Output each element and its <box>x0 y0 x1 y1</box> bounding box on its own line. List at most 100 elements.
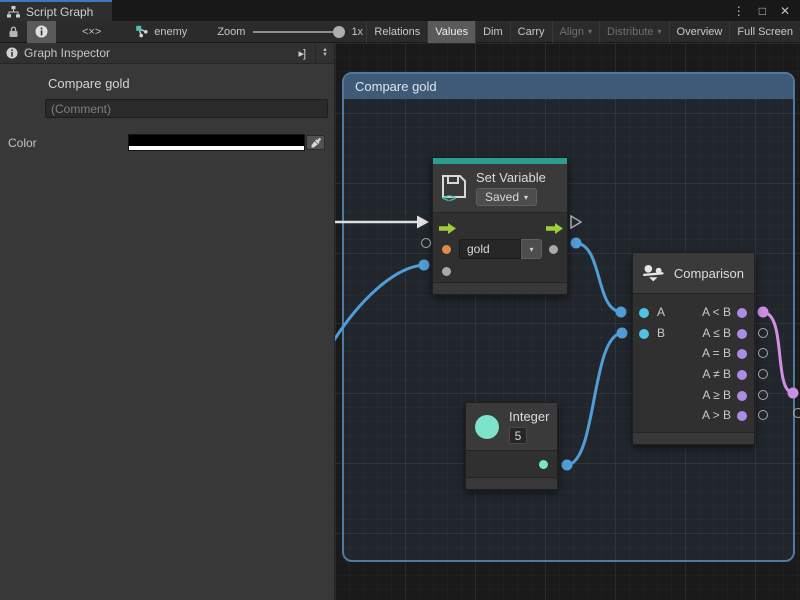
comparison-row: A A < B <box>633 303 754 323</box>
code-icon: <×> <box>82 26 101 38</box>
overview-button[interactable]: Overview <box>669 21 730 43</box>
graph-reference[interactable]: enemy <box>135 25 187 38</box>
output-notequal-port[interactable] <box>737 370 747 380</box>
node-integer[interactable]: Integer 5 <box>465 402 558 490</box>
chevron-down-icon: ▾ <box>524 193 528 202</box>
tab-script-graph[interactable]: Script Graph <box>0 0 112 21</box>
output-label: A ≠ B <box>702 367 731 381</box>
color-field-label: Color <box>8 136 37 150</box>
zoom-control: Zoom 1x <box>217 26 363 38</box>
graph-inspector-body: Compare gold Color <box>0 64 334 151</box>
carry-button[interactable]: Carry <box>510 21 552 43</box>
output-label: A = B <box>702 346 731 360</box>
panel-stepper[interactable]: ▲ ▼ <box>315 43 328 64</box>
relations-button[interactable]: Relations <box>366 21 427 43</box>
node-footer <box>633 432 754 444</box>
graph-toolbar: <×> enemy Zoom 1x Relations Values Dim C… <box>0 21 800 43</box>
integer-output-port[interactable] <box>539 460 548 469</box>
graph-inspector-panel: Graph Inspector ▸] ▲ ▼ Compare gold Colo… <box>0 43 335 600</box>
node-comparison[interactable]: Comparison A A < B B A ≤ B A = B <box>632 252 755 445</box>
node-title: Comparison <box>674 266 744 281</box>
graph-inspector-title: Graph Inspector <box>24 46 110 60</box>
integer-header: Integer 5 <box>466 403 557 451</box>
script-graph-asset-icon <box>135 25 149 38</box>
chevron-down-icon: ▾ <box>588 27 592 36</box>
svg-text:<>: <> <box>442 191 456 203</box>
color-field-row: Color <box>0 135 334 151</box>
unconnected-port-indicator[interactable] <box>758 369 768 379</box>
comparison-header: Comparison <box>633 253 754 294</box>
flow-input-port[interactable] <box>439 223 456 234</box>
group-header[interactable]: Compare gold <box>344 74 793 99</box>
zoom-value: 1x <box>351 26 363 38</box>
align-button[interactable]: Align▾ <box>552 21 599 43</box>
variable-kind-dropdown[interactable]: Saved ▾ <box>476 188 537 206</box>
flow-output-port[interactable] <box>546 223 563 234</box>
input-a-port[interactable] <box>639 308 649 318</box>
variable-name-dropdown-button[interactable]: ▾ <box>521 239 542 259</box>
maximize-icon[interactable]: □ <box>759 4 766 18</box>
unity-script-graph-window: Script Graph ⋮ □ ✕ <×> <box>0 0 800 600</box>
comparison-row: A ≥ B <box>633 386 754 406</box>
unconnected-port-indicator[interactable] <box>758 348 768 358</box>
output-label: A < B <box>702 305 731 319</box>
color-swatch[interactable] <box>129 135 304 150</box>
distribute-button[interactable]: Distribute▾ <box>599 21 668 43</box>
graph-title: Compare gold <box>48 76 334 91</box>
output-label: A > B <box>702 408 731 422</box>
graph-canvas[interactable]: Compare gold <box>335 43 800 600</box>
output-greater-port[interactable] <box>737 411 747 421</box>
unconnected-port-indicator[interactable] <box>758 410 768 420</box>
output-lessequal-port[interactable] <box>737 329 747 339</box>
window-menu-icon[interactable]: ⋮ <box>733 4 745 18</box>
input-b-port[interactable] <box>639 329 649 339</box>
node-footer <box>466 477 557 489</box>
info-icon <box>6 47 18 59</box>
values-button[interactable]: Values <box>427 21 475 43</box>
graph-hierarchy-icon <box>7 6 20 18</box>
output-label: A ≤ B <box>702 326 731 340</box>
unconnected-port-indicator[interactable] <box>421 238 431 248</box>
node-footer <box>433 282 567 294</box>
unconnected-port-indicator[interactable] <box>758 390 768 400</box>
unconnected-port-indicator[interactable] <box>758 328 768 338</box>
edit-graph-button[interactable]: <×> <box>74 21 109 43</box>
variable-name-port[interactable] <box>442 245 451 254</box>
output-less-port[interactable] <box>737 308 747 318</box>
window-controls: ⋮ □ ✕ <box>733 0 800 21</box>
zoom-slider-knob[interactable] <box>333 26 345 38</box>
chevron-down-icon: ▾ <box>658 27 662 36</box>
dock-panel-icon[interactable]: ▸] <box>298 47 305 60</box>
eyedropper-button[interactable] <box>306 135 325 150</box>
comparison-row: A = B <box>633 344 754 364</box>
step-down-icon[interactable]: ▼ <box>322 53 328 58</box>
inspect-toggle-button[interactable] <box>27 21 56 43</box>
toolbar-buttons: Relations Values Dim Carry Align▾ Distri… <box>366 21 800 43</box>
lock-button[interactable] <box>0 21 27 43</box>
output-greaterequal-port[interactable] <box>737 391 747 401</box>
output-equal-port[interactable] <box>737 349 747 359</box>
variable-name-value[interactable]: gold <box>459 239 521 259</box>
title-bar: Script Graph ⋮ □ ✕ <box>0 0 800 21</box>
comparison-row: A ≠ B <box>633 365 754 385</box>
zoom-slider[interactable] <box>253 31 343 33</box>
set-variable-body: gold ▾ <box>433 213 567 289</box>
node-set-variable[interactable]: <> Set Variable Saved ▾ <box>432 157 568 295</box>
value-output-port[interactable] <box>549 245 558 254</box>
graph-reference-label: enemy <box>154 26 187 38</box>
fullscreen-button[interactable]: Full Screen <box>729 21 800 43</box>
save-variable-icon: <> <box>441 173 468 203</box>
lock-icon <box>8 26 19 38</box>
output-label: A ≥ B <box>702 388 731 402</box>
dim-button[interactable]: Dim <box>475 21 510 43</box>
comparison-scale-icon <box>643 261 666 285</box>
integer-value-field[interactable]: 5 <box>509 427 527 444</box>
comment-input[interactable] <box>45 99 328 118</box>
unconnected-port-indicator[interactable] <box>793 408 800 418</box>
zoom-label: Zoom <box>217 26 245 38</box>
flow-continue-indicator[interactable] <box>570 215 582 229</box>
comparison-row: A > B <box>633 406 754 426</box>
close-icon[interactable]: ✕ <box>780 4 790 18</box>
node-title: Set Variable <box>476 170 546 185</box>
value-input-port[interactable] <box>442 267 451 276</box>
